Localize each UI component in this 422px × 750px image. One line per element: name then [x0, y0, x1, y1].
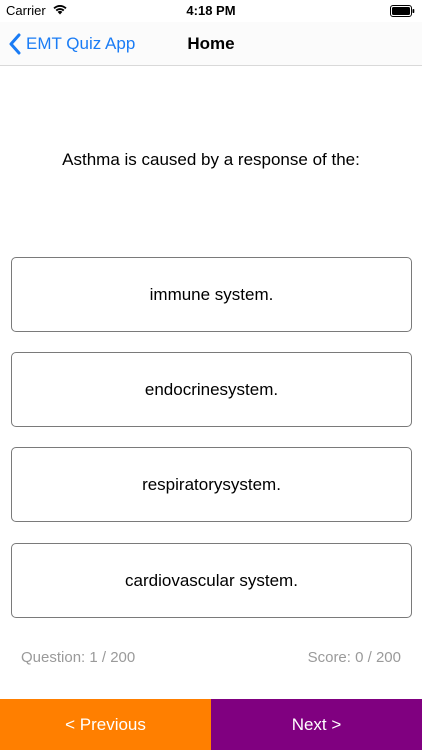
next-button-label: Next > [291, 714, 342, 734]
back-button-label: EMT Quiz App [26, 34, 136, 53]
chevron-left-icon [9, 33, 21, 55]
next-button[interactable]: Next > [211, 699, 422, 750]
question-counter: Question: 1 / 200 [21, 649, 136, 666]
answer-label: cardiovascular system. [125, 570, 298, 590]
answer-button-4[interactable]: cardiovascular system. [11, 543, 412, 618]
answer-button-1[interactable]: immune system. [11, 257, 412, 332]
score-counter: Score: 0 / 200 [307, 649, 401, 666]
question-text: Asthma is caused by a response of the: [62, 150, 360, 169]
previous-button[interactable]: < Previous [0, 699, 211, 750]
answer-button-2[interactable]: endocrinesystem. [11, 352, 412, 427]
answer-label: endocrinesystem. [144, 379, 279, 399]
navigation-bar: EMT Quiz App Home [0, 22, 422, 66]
previous-button-label: < Previous [65, 714, 146, 734]
back-button[interactable]: EMT Quiz App [8, 22, 135, 66]
status-time: 4:18 PM [186, 3, 236, 18]
answer-button-3[interactable]: respiratorysystem. [11, 447, 412, 522]
battery-icon [390, 5, 415, 17]
answer-label: immune system. [149, 284, 274, 304]
status-bar: Carrier 4:18 PM [0, 0, 422, 22]
answer-label: respiratorysystem. [142, 474, 281, 494]
